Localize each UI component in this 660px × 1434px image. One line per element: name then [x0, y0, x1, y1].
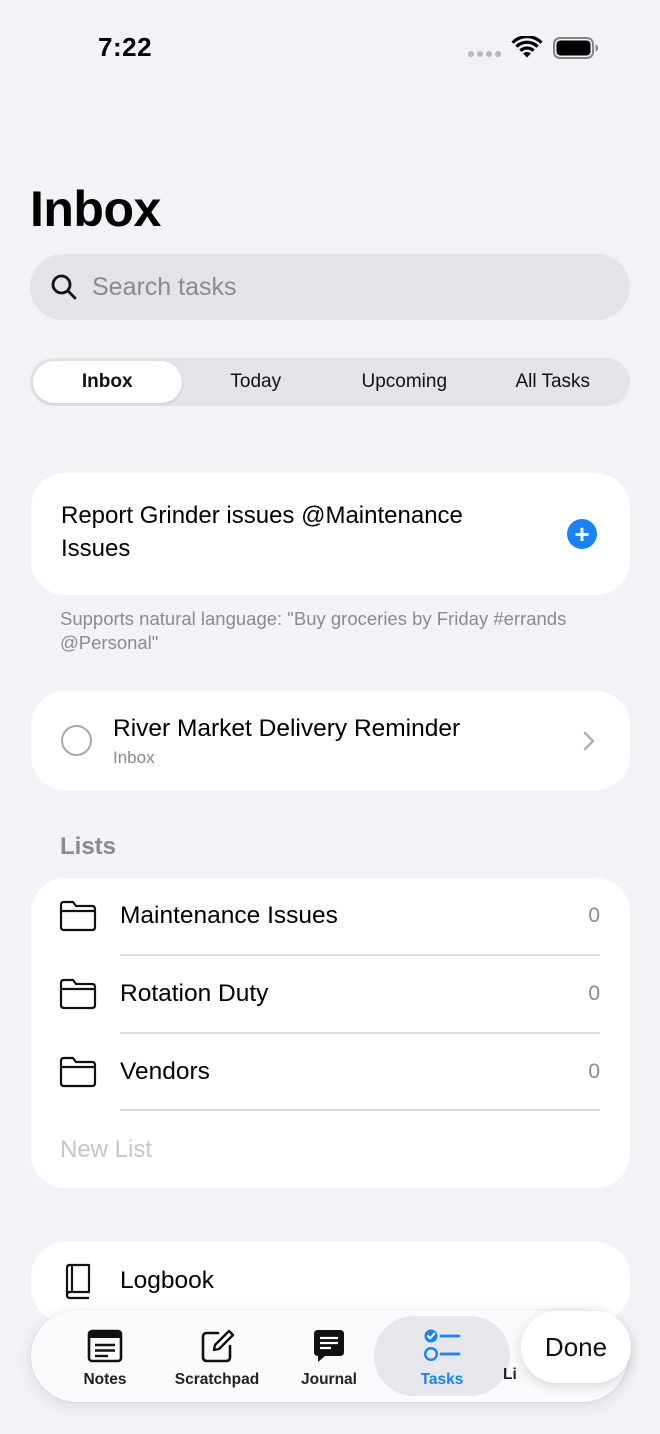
- tab-tasks[interactable]: Tasks: [386, 1310, 498, 1402]
- divider: [120, 1109, 600, 1111]
- tab-label: Tasks: [420, 1371, 464, 1388]
- scratchpad-icon: [201, 1329, 235, 1363]
- tab-label: Journal: [301, 1371, 357, 1388]
- lists-section-header: Lists: [60, 833, 117, 860]
- tab-notes[interactable]: Notes: [49, 1310, 161, 1402]
- tab-lists-partial[interactable]: Li: [503, 1366, 517, 1384]
- lists-card: Maintenance Issues 0 Rotation Duty 0 Ven…: [31, 878, 630, 1188]
- task-complete-checkbox[interactable]: [61, 725, 92, 756]
- list-item-vendors[interactable]: Vendors 0: [31, 1034, 630, 1112]
- tab-label: Notes: [83, 1371, 127, 1388]
- new-list-input[interactable]: [60, 1136, 460, 1164]
- list-count: 0: [588, 982, 600, 1005]
- tab-label: Scratchpad: [174, 1371, 260, 1388]
- wifi-icon: [511, 36, 543, 58]
- segment-today[interactable]: Today: [182, 361, 331, 403]
- status-time: 7:22: [98, 32, 153, 62]
- tab-journal[interactable]: Journal: [273, 1310, 385, 1402]
- done-button[interactable]: Done: [521, 1311, 631, 1383]
- segment-inbox[interactable]: Inbox: [33, 361, 182, 403]
- natural-language-hint: Supports natural language: "Buy grocerie…: [60, 608, 567, 653]
- plus-icon: +: [574, 519, 590, 549]
- folder-icon: [59, 1056, 97, 1088]
- journal-icon: [314, 1330, 344, 1362]
- list-name: Rotation Duty: [120, 980, 269, 1007]
- filter-segmented-control: Inbox Today Upcoming All Tasks: [30, 358, 630, 406]
- list-item-maintenance-issues[interactable]: Maintenance Issues 0: [31, 878, 630, 956]
- search-input[interactable]: [92, 272, 592, 302]
- task-row[interactable]: River Market Delivery Reminder Inbox: [31, 691, 630, 790]
- add-task-button[interactable]: +: [567, 519, 597, 549]
- list-count: 0: [588, 1060, 600, 1083]
- logbook-label: Logbook: [120, 1267, 215, 1294]
- chevron-right-icon: [583, 731, 595, 751]
- list-name: Vendors: [120, 1058, 210, 1085]
- folder-icon: [59, 900, 97, 932]
- search-icon: [51, 274, 77, 300]
- battery-icon: [553, 37, 598, 59]
- segment-upcoming[interactable]: Upcoming: [330, 361, 479, 403]
- tab-scratchpad[interactable]: Scratchpad: [161, 1310, 273, 1402]
- task-list-name: Inbox: [113, 748, 155, 767]
- search-bar[interactable]: [30, 254, 630, 320]
- list-item-rotation-duty[interactable]: Rotation Duty 0: [31, 956, 630, 1034]
- list-name: Maintenance Issues: [120, 902, 338, 929]
- cellular-signal-icon: [468, 51, 502, 59]
- list-count: 0: [588, 904, 600, 927]
- page-title: Inbox: [30, 181, 161, 237]
- notes-icon: [87, 1329, 123, 1363]
- tasks-icon: [423, 1329, 461, 1362]
- segment-all-tasks[interactable]: All Tasks: [479, 361, 628, 403]
- folder-icon: [59, 978, 97, 1010]
- quick-add-input[interactable]: Report Grinder issues @Maintenance Issue…: [61, 499, 531, 565]
- task-title: River Market Delivery Reminder: [113, 715, 461, 742]
- quick-add-card: Report Grinder issues @Maintenance Issue…: [31, 473, 630, 595]
- book-icon: [65, 1263, 91, 1300]
